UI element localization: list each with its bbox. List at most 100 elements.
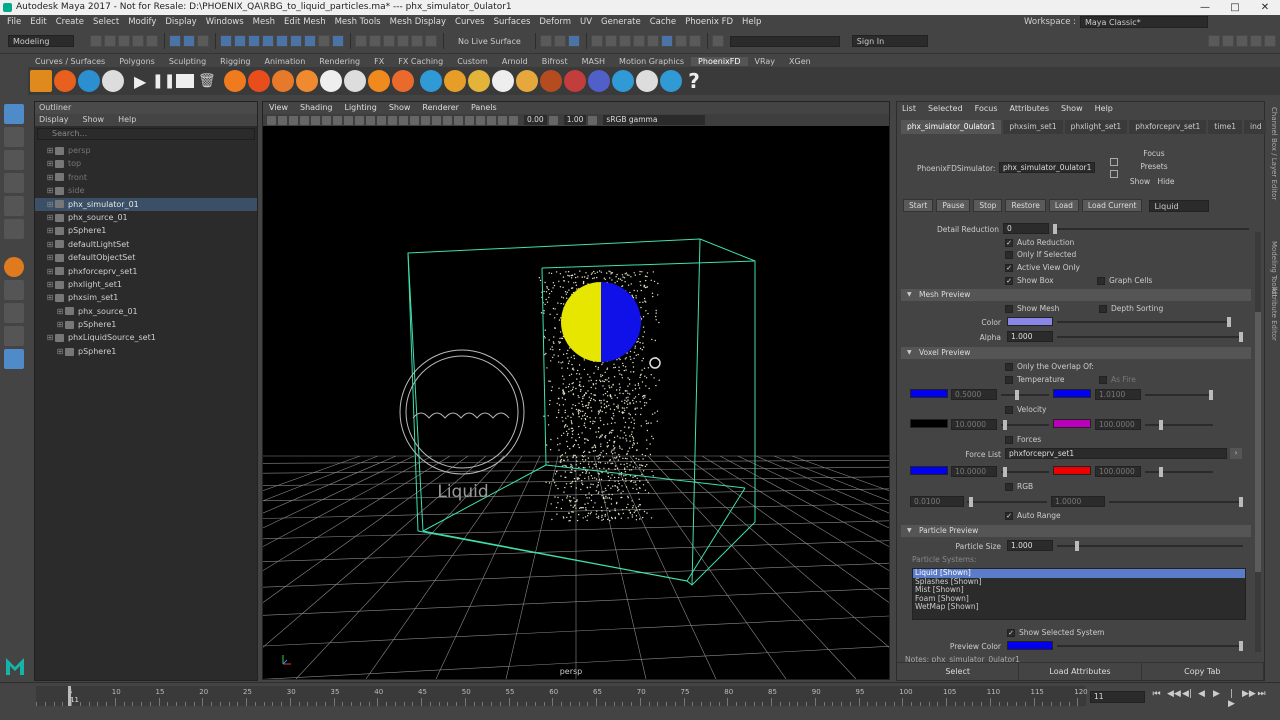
mask-surfaces-icon[interactable]	[248, 35, 260, 47]
ae-tab-ind[interactable]: ind	[1244, 120, 1268, 134]
safe-action-icon[interactable]	[366, 115, 375, 125]
ae-tab-phxsim-set[interactable]: phxsim_set1	[1003, 120, 1063, 134]
outliner-item[interactable]: ⊞ phxlight_set1	[35, 278, 257, 291]
outliner-item[interactable]: ⊞ pSphere1	[35, 345, 257, 358]
scale-tool-icon[interactable]	[4, 219, 24, 239]
exposure-icon[interactable]	[509, 115, 518, 125]
liquid-sim-icon[interactable]	[78, 70, 100, 92]
show-selected-system-checkbox[interactable]: ✓	[1007, 628, 1015, 637]
phoenix-tools-icon[interactable]	[30, 70, 52, 92]
ae-tab-simulator[interactable]: phx_simulator_0ulator1	[901, 120, 1002, 134]
shelf-tab-curves-surfaces[interactable]: Curves / Surfaces	[28, 57, 112, 66]
default-material-icon[interactable]	[399, 115, 408, 125]
ae-tab-phxforceprv-set[interactable]: phxforceprv_set1	[1129, 120, 1207, 134]
mesh-color-slider[interactable]	[1057, 317, 1231, 327]
vp-menu-view[interactable]: View	[269, 102, 288, 114]
ae-menu-show[interactable]: Show	[1061, 102, 1083, 116]
menu-phoenix-fd[interactable]: Phoenix FD	[685, 17, 733, 27]
current-frame-field[interactable]: 11	[1090, 691, 1145, 703]
focus-button[interactable]: Focus	[1127, 148, 1181, 160]
menu-mesh[interactable]: Mesh	[253, 17, 275, 27]
outliner-item[interactable]: ⊞ defaultLightSet	[35, 238, 257, 251]
menu-generate[interactable]: Generate	[601, 17, 641, 27]
velocity-low-field[interactable]: 10.0000	[951, 419, 997, 430]
ocean-preset-icon[interactable]	[320, 70, 342, 92]
mask-render-icon[interactable]	[290, 35, 302, 47]
temp-high-slider[interactable]	[1145, 390, 1213, 400]
select-tool-icon[interactable]	[4, 104, 24, 124]
depth-sorting-checkbox[interactable]	[1099, 304, 1107, 313]
mode-select[interactable]: Modeling	[8, 35, 74, 47]
shelf-tab-animation[interactable]: Animation	[257, 57, 312, 66]
bookmark-icon[interactable]	[289, 115, 298, 125]
exposure-field[interactable]: 0.00	[524, 115, 547, 125]
menu-uv[interactable]: UV	[580, 17, 592, 27]
gate-mask-icon[interactable]	[344, 115, 353, 125]
snap-surface-icon[interactable]	[411, 35, 423, 47]
rgb-high-slider[interactable]	[1109, 497, 1243, 507]
pause-icon[interactable]: ❚❚	[152, 73, 175, 89]
wetmap-icon[interactable]	[660, 70, 682, 92]
force-high-color-swatch[interactable]	[1053, 466, 1091, 475]
menu-windows[interactable]: Windows	[206, 17, 244, 27]
lights-icon[interactable]	[421, 115, 430, 125]
image-plane-icon[interactable]	[300, 115, 309, 125]
clear-cache-icon[interactable]: 🗑	[198, 73, 218, 89]
shelf-tab-mash[interactable]: MASH	[575, 57, 612, 66]
vp-menu-shading[interactable]: Shading	[300, 102, 333, 114]
voxel-preview-section[interactable]: Voxel Preview	[901, 347, 1251, 359]
snap-point-icon[interactable]	[383, 35, 395, 47]
name-field[interactable]	[729, 35, 840, 47]
show-mesh-checkbox[interactable]	[1005, 304, 1013, 313]
presets-button[interactable]: Presets	[1127, 161, 1181, 173]
menu-display[interactable]: Display	[165, 17, 196, 27]
outliner-item[interactable]: ⊞ phxsim_set1	[35, 291, 257, 304]
step-back-key-icon[interactable]: ◀|	[1182, 689, 1192, 699]
attribute-editor-tab[interactable]: Attribute Editor	[1270, 287, 1278, 341]
lock-icon[interactable]	[318, 35, 330, 47]
outliner-menu-help[interactable]: Help	[118, 114, 136, 126]
ambient-occlusion-icon[interactable]	[443, 115, 452, 125]
shelf-tab-fx[interactable]: FX	[367, 57, 391, 66]
sim-type-select[interactable]: Liquid	[1149, 199, 1210, 212]
mask-icon[interactable]	[220, 35, 232, 47]
sim-load-current-button[interactable]: Load Current	[1081, 199, 1143, 212]
velocity-high-color-swatch[interactable]	[1053, 419, 1091, 428]
textured-icon[interactable]	[410, 115, 419, 125]
foam-icon[interactable]	[636, 70, 658, 92]
shelf-tab-motion-graphics[interactable]: Motion Graphics	[612, 57, 691, 66]
render-settings-icon[interactable]	[632, 35, 645, 47]
show-channelbox-icon[interactable]	[1208, 35, 1220, 47]
outliner-item[interactable]: ⊞ pSphere1	[35, 318, 257, 331]
force-low-slider[interactable]	[1001, 467, 1049, 477]
forces-checkbox[interactable]	[1005, 435, 1013, 444]
ae-tab-time[interactable]: time1	[1208, 120, 1243, 134]
hypershade-icon[interactable]	[646, 35, 659, 47]
snap-view-icon[interactable]	[397, 35, 409, 47]
play-icon[interactable]: ▶	[134, 72, 152, 91]
mesh-color-swatch[interactable]	[1007, 317, 1053, 326]
honey-preset-icon[interactable]	[516, 70, 538, 92]
preview-color-swatch[interactable]	[1007, 641, 1053, 650]
gamma-icon[interactable]	[548, 115, 558, 125]
shelf-tab-rigging[interactable]: Rigging	[213, 57, 257, 66]
snap-grid-icon[interactable]	[355, 35, 367, 47]
milk-preset-icon[interactable]	[492, 70, 514, 92]
outliner-item[interactable]: ⊞ front	[35, 171, 257, 184]
expand-icon[interactable]: ⊞	[45, 184, 55, 197]
mask-curves-icon[interactable]	[234, 35, 246, 47]
temp-low-field[interactable]: 0.5000	[951, 389, 997, 400]
particle-system-item[interactable]: WetMap [Shown]	[913, 602, 1245, 612]
sim-pause-button[interactable]: Pause	[936, 199, 971, 212]
outliner-menu-show[interactable]: Show	[83, 114, 105, 126]
expand-icon[interactable]: ⊞	[55, 305, 65, 318]
particle-size-slider[interactable]	[1057, 541, 1243, 551]
play-forward-icon[interactable]: ▶	[1212, 689, 1221, 699]
menu-help[interactable]: Help	[742, 17, 761, 27]
smoke-preset-icon[interactable]	[272, 70, 294, 92]
color-management-icon[interactable]	[588, 115, 598, 125]
mesh-alpha-field[interactable]: 1.000	[1007, 331, 1053, 342]
vp-menu-renderer[interactable]: Renderer	[422, 102, 459, 114]
node-name-field[interactable]: phx_simulator_0ulator1	[999, 162, 1095, 173]
expand-icon[interactable]: ⊞	[45, 238, 55, 251]
